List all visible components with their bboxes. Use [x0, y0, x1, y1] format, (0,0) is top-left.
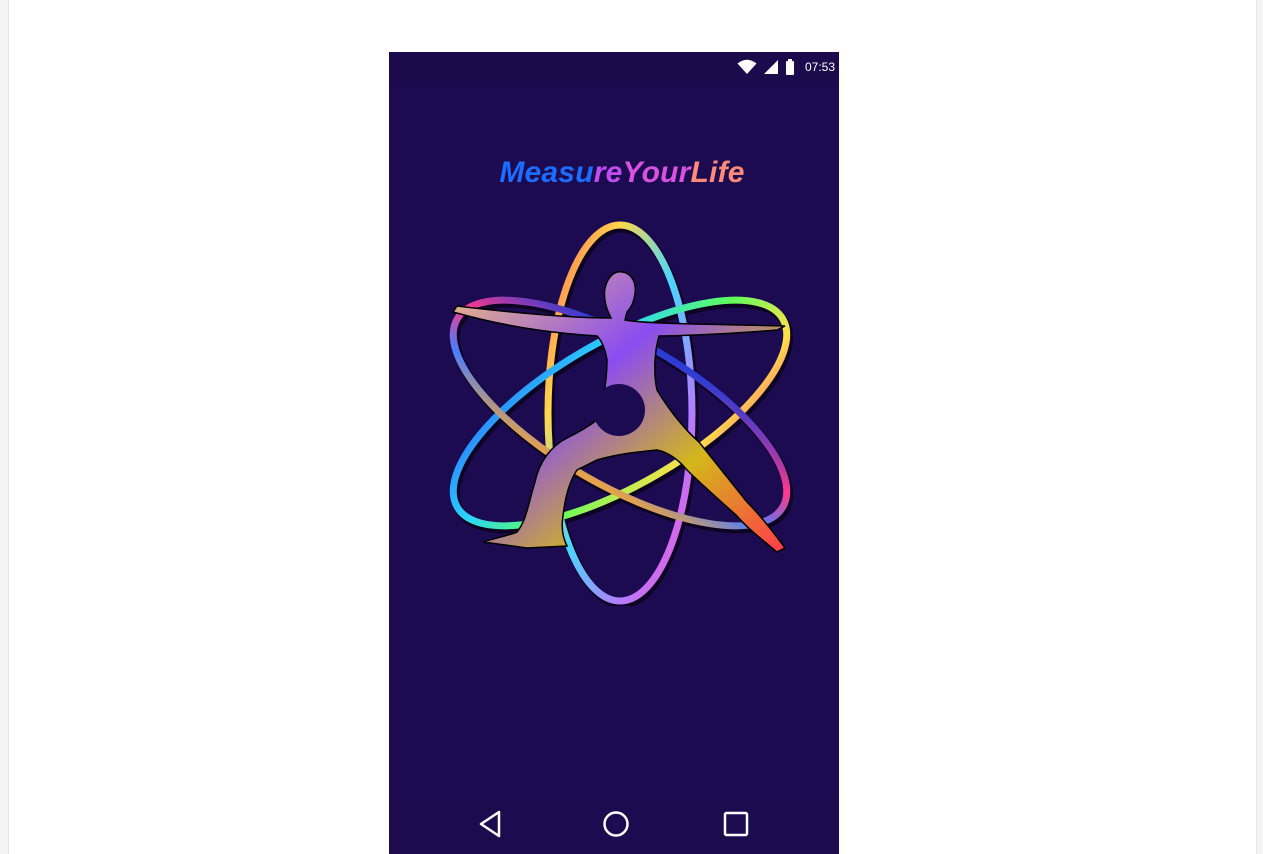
app-title: MeasureYourLife: [389, 156, 839, 190]
status-icons: 07:53: [737, 58, 835, 76]
atom-yoga-logo-icon: [449, 221, 793, 606]
recent-apps-button[interactable]: [720, 808, 752, 840]
home-icon: [603, 811, 629, 837]
phone-screen: 07:53 MeasureYourLife: [389, 52, 839, 854]
signal-icon: [763, 60, 778, 74]
home-button[interactable]: [600, 808, 632, 840]
recent-apps-icon: [723, 811, 749, 837]
status-bar: 07:53: [389, 52, 839, 82]
back-button[interactable]: [474, 808, 506, 840]
emulator-page: 07:53 MeasureYourLife: [8, 0, 1257, 854]
back-icon: [479, 810, 501, 838]
clock: 07:53: [804, 60, 835, 74]
battery-icon: [785, 59, 794, 75]
title-part: re: [593, 156, 623, 189]
title-part: Life: [690, 156, 745, 189]
navigation-bar: [389, 794, 839, 854]
title-part: Your: [622, 156, 691, 189]
wifi-icon: [737, 59, 757, 74]
title-part: Measu: [499, 156, 594, 189]
